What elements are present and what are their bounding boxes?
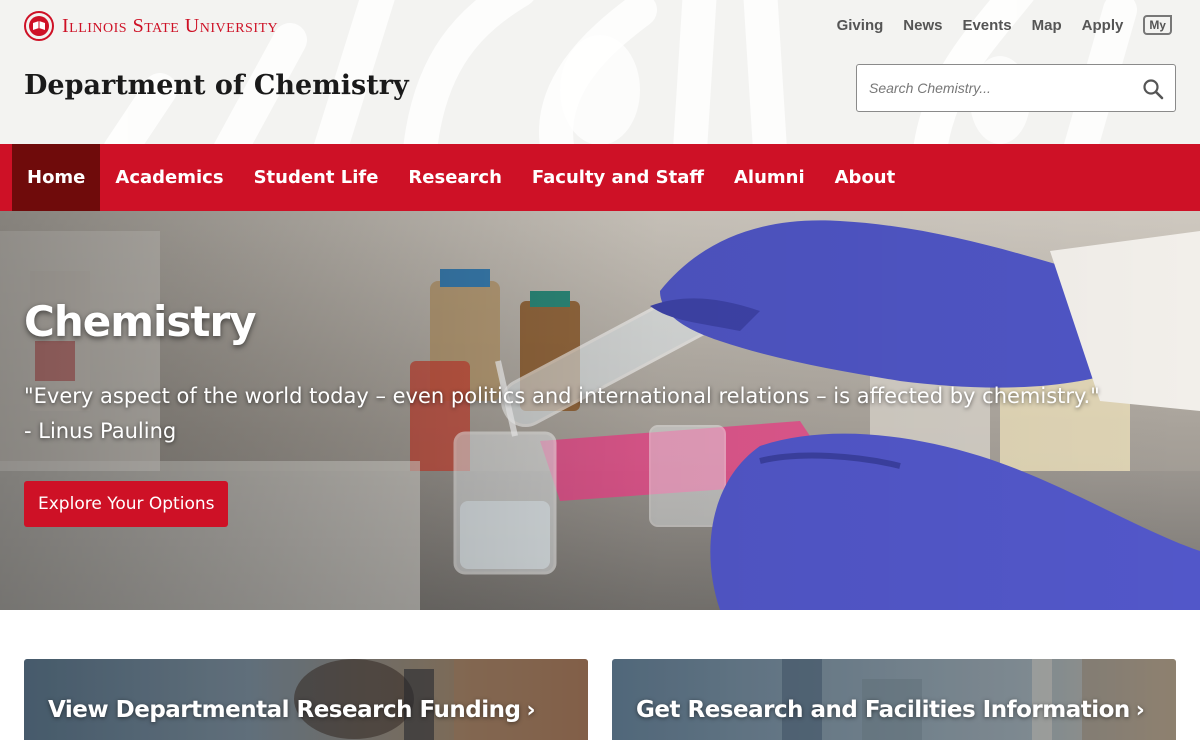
nav-item-home[interactable]: Home bbox=[12, 144, 101, 211]
my-badge-icon[interactable]: My bbox=[1143, 15, 1172, 35]
nav-item-alumni[interactable]: Alumni bbox=[719, 144, 820, 211]
utility-link-map[interactable]: Map bbox=[1032, 17, 1062, 34]
nav-item-faculty-and-staff[interactable]: Faculty and Staff bbox=[517, 144, 719, 211]
research-facilities-card[interactable]: Get Research and Facilities Information › bbox=[612, 659, 1176, 740]
department-title[interactable]: Department of Chemistry bbox=[24, 70, 409, 101]
main-nav: Home Academics Student Life Research Fac… bbox=[0, 144, 1200, 211]
university-seal-icon bbox=[24, 11, 54, 41]
nav-item-academics[interactable]: Academics bbox=[100, 144, 238, 211]
search-icon[interactable] bbox=[1141, 77, 1165, 101]
nav-item-student-life[interactable]: Student Life bbox=[239, 144, 394, 211]
utility-link-news[interactable]: News bbox=[903, 17, 942, 34]
hero-quote-text: "Every aspect of the world today – even … bbox=[24, 384, 1100, 408]
research-facilities-card-title: Get Research and Facilities Information › bbox=[636, 697, 1145, 723]
chevron-right-icon: › bbox=[526, 698, 536, 723]
university-logo[interactable]: Illinois State University bbox=[24, 11, 278, 41]
utility-link-events[interactable]: Events bbox=[962, 17, 1011, 34]
nav-item-research[interactable]: Research bbox=[393, 144, 517, 211]
hero-quote-attribution: - Linus Pauling bbox=[24, 419, 177, 443]
utility-link-giving[interactable]: Giving bbox=[837, 17, 884, 34]
hero-quote: "Every aspect of the world today – even … bbox=[24, 379, 1164, 449]
research-funding-card[interactable]: View Departmental Research Funding › bbox=[24, 659, 588, 740]
hero-title: Chemistry bbox=[24, 297, 257, 346]
chevron-right-icon: › bbox=[1135, 698, 1145, 723]
utility-nav: Giving News Events Map Apply My bbox=[817, 15, 1172, 35]
search-input[interactable] bbox=[857, 65, 1127, 111]
hero-banner: Chemistry "Every aspect of the world tod… bbox=[0, 211, 1200, 610]
utility-link-apply[interactable]: Apply bbox=[1082, 17, 1124, 34]
explore-options-button[interactable]: Explore Your Options bbox=[24, 481, 229, 527]
nav-item-about[interactable]: About bbox=[820, 144, 911, 211]
university-wordmark: Illinois State University bbox=[62, 14, 279, 37]
search-box bbox=[856, 64, 1176, 112]
site-header: Illinois State University Department of … bbox=[0, 0, 1200, 144]
research-funding-card-title: View Departmental Research Funding › bbox=[48, 697, 536, 723]
